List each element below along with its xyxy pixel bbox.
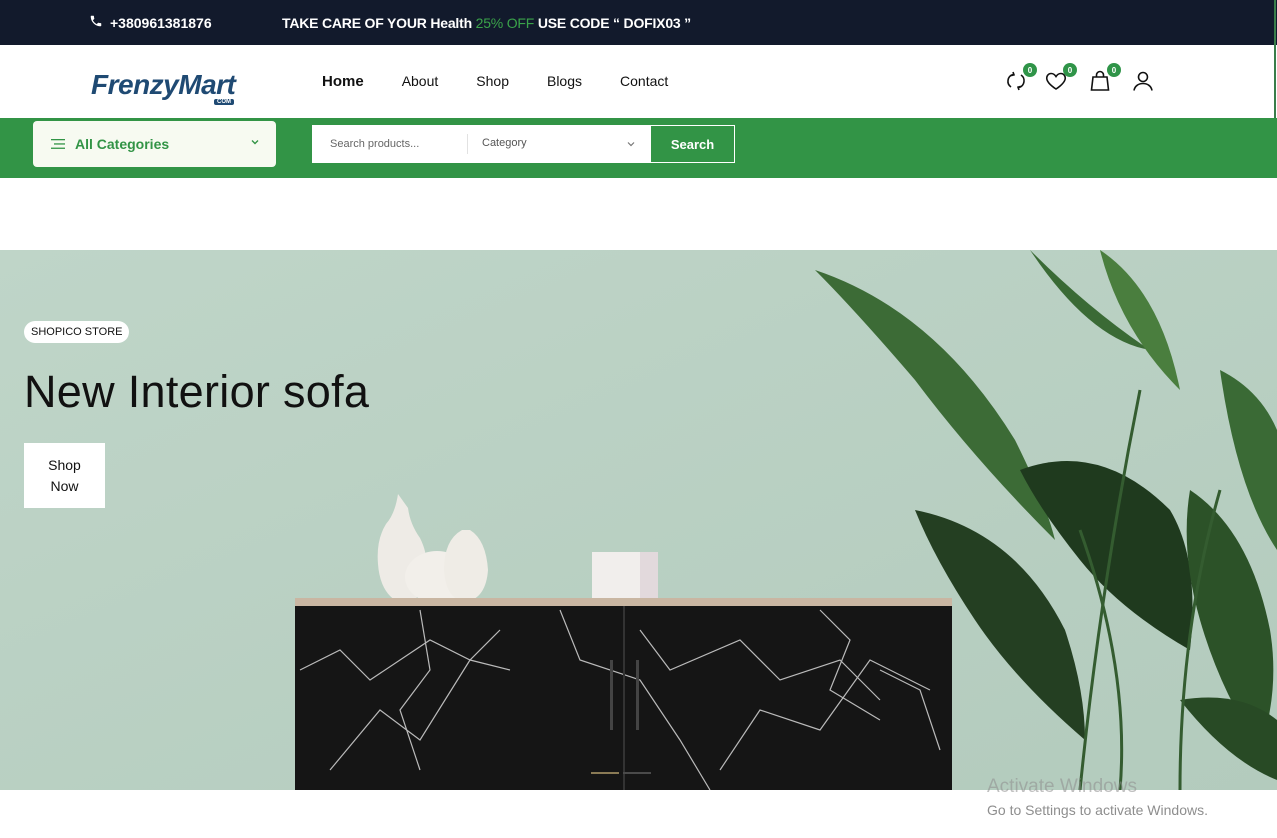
all-categories-label: All Categories <box>75 136 170 152</box>
user-icon <box>1133 71 1153 91</box>
nav-shop[interactable]: Shop <box>476 73 509 90</box>
nav-about[interactable]: About <box>402 73 439 90</box>
account-button[interactable] <box>1131 69 1155 93</box>
main-header: FrenzyMart COM Home About Shop Blogs Con… <box>0 45 1277 118</box>
phone-icon <box>89 14 103 31</box>
product-search-form: Category Search <box>312 125 735 163</box>
search-input[interactable] <box>312 125 467 163</box>
cart-count-badge: 0 <box>1107 63 1121 77</box>
promo-discount: 25% OFF <box>475 15 535 31</box>
search-divider <box>467 134 468 154</box>
nav-home[interactable]: Home <box>322 73 364 90</box>
slider-pagination <box>591 772 651 774</box>
shop-now-line2: Now <box>50 477 79 494</box>
hero-image <box>0 250 1277 790</box>
slider-dot[interactable] <box>623 772 651 774</box>
slider-dot-active[interactable] <box>591 772 619 774</box>
phone-contact[interactable]: +380961381876 <box>89 14 212 31</box>
shop-now-button[interactable]: Shop Now <box>24 443 105 508</box>
wishlist-count-badge: 0 <box>1063 63 1077 77</box>
shop-now-line1: Shop <box>48 456 81 473</box>
phone-number: +380961381876 <box>110 14 212 31</box>
watermark-title: Activate Windows <box>987 776 1137 797</box>
chevron-down-icon <box>251 140 259 145</box>
all-categories-dropdown[interactable]: All Categories <box>33 121 276 167</box>
hero-title: New Interior sofa <box>24 366 370 417</box>
watermark-subtitle: Go to Settings to activate Windows. <box>987 802 1208 818</box>
top-bar: +380961381876 TAKE CARE OF YOUR Health 2… <box>0 0 1277 45</box>
compare-button[interactable]: 0 <box>1004 63 1037 93</box>
search-bar: All Categories Category Search <box>0 118 1277 178</box>
nav-blogs[interactable]: Blogs <box>547 73 582 90</box>
nav-contact[interactable]: Contact <box>620 73 668 90</box>
logo-text: FrenzyMart <box>91 69 236 100</box>
shop-now-label: Shop Now <box>48 455 81 497</box>
logo-sub: COM <box>214 99 234 105</box>
menu-lines-icon <box>51 139 65 149</box>
main-nav: Home About Shop Blogs Contact <box>322 73 668 90</box>
wishlist-button[interactable]: 0 <box>1044 63 1077 93</box>
compare-count-badge: 0 <box>1023 63 1037 77</box>
promo-prefix: TAKE CARE OF YOUR Health <box>282 15 476 31</box>
cart-button[interactable]: 0 <box>1088 63 1121 93</box>
site-logo[interactable]: FrenzyMart COM <box>91 69 236 105</box>
category-select[interactable]: Category <box>482 137 527 149</box>
promo-banner: TAKE CARE OF YOUR Health 25% OFF USE COD… <box>282 15 691 31</box>
chevron-down-icon <box>627 142 635 147</box>
search-button[interactable]: Search <box>650 125 735 163</box>
windows-activation-watermark: Activate Windows Go to Settings to activ… <box>987 776 1208 818</box>
promo-code: USE CODE “ DOFIX03 ” <box>534 15 691 31</box>
hero-slider: SHOPICO STORE New Interior sofa Shop Now <box>0 250 1277 790</box>
store-badge: SHOPICO STORE <box>24 321 130 343</box>
